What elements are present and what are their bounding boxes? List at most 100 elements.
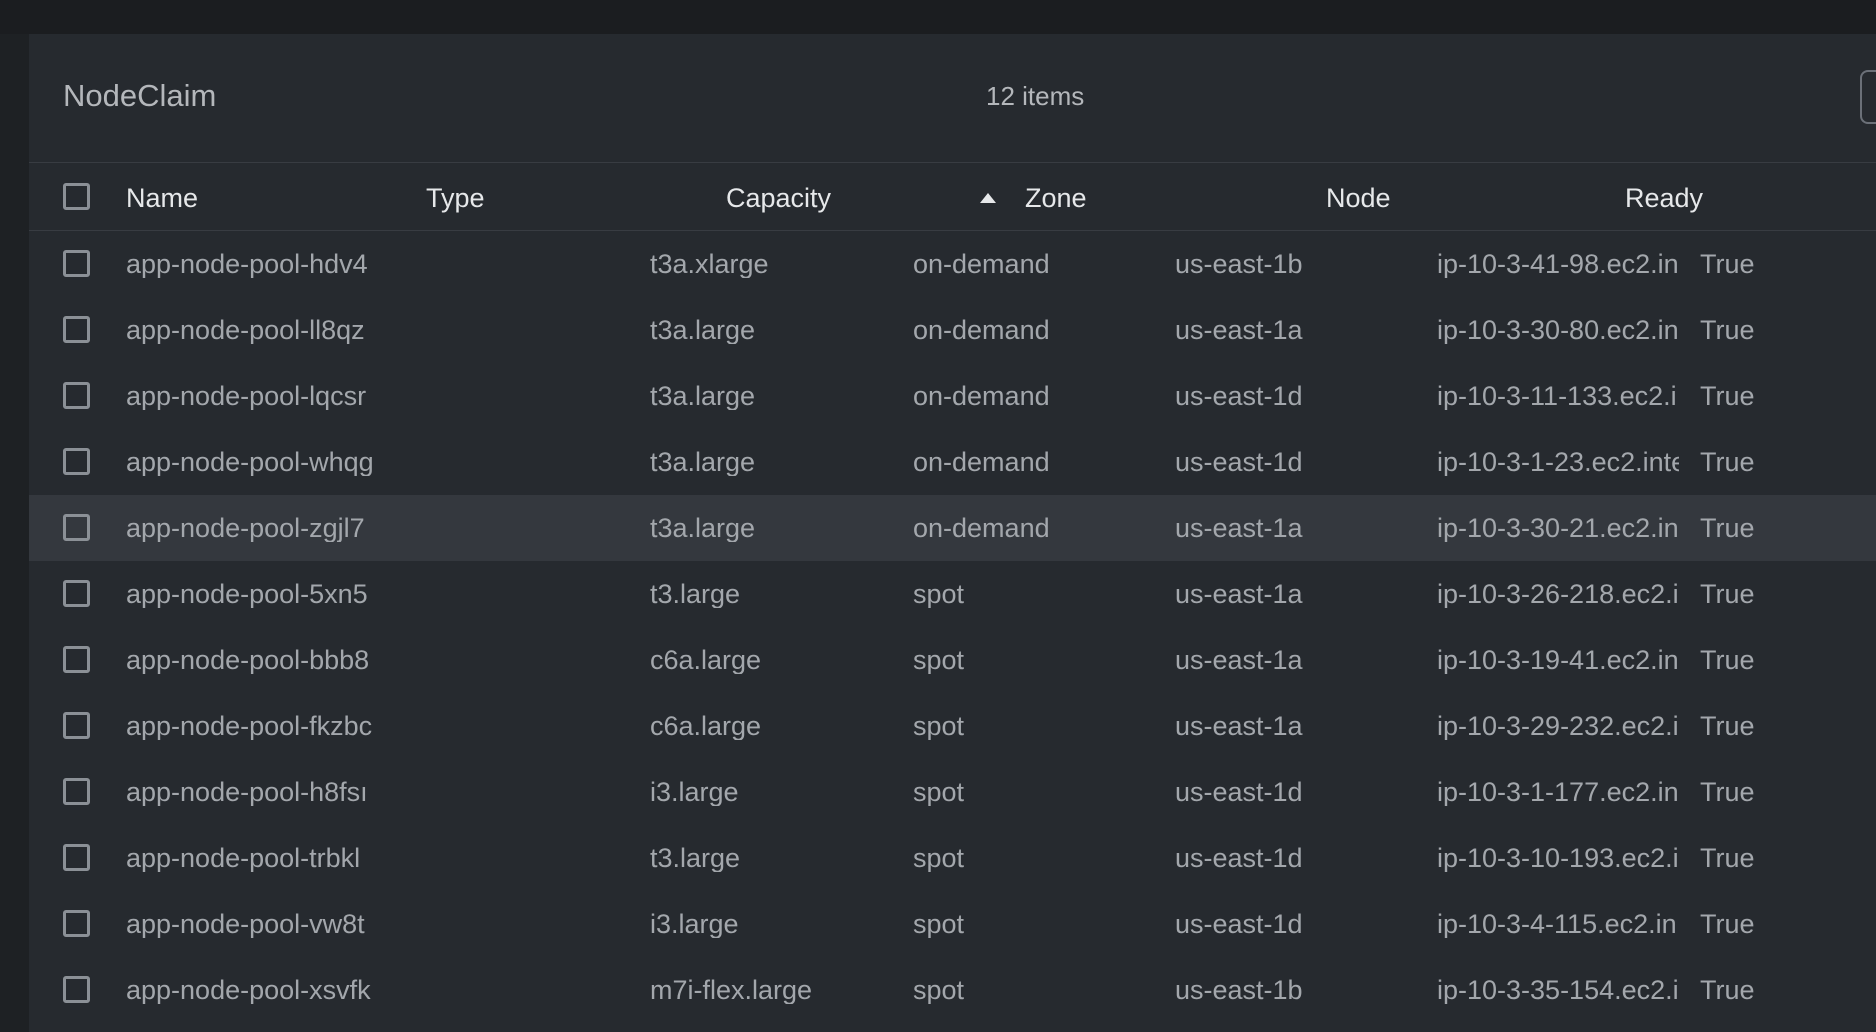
cell-capacity: spot: [913, 976, 965, 1005]
cell-name[interactable]: app-node-pool-5xn5: [126, 580, 403, 608]
cell-capacity: on-demand: [913, 514, 1050, 543]
row-checkbox[interactable]: [63, 382, 90, 409]
table-row[interactable]: app-node-pool-whqg t3a.large on-demand us-e…: [29, 429, 1876, 495]
row-checkbox[interactable]: [63, 514, 90, 541]
row-checkbox[interactable]: [63, 712, 90, 739]
cell-zone: us-east-1d: [1175, 778, 1303, 807]
cell-ready: True: [1700, 976, 1755, 1005]
cell-type: c6a.large: [650, 646, 762, 675]
row-checkbox[interactable]: [63, 646, 90, 673]
cell-type: t3a.large: [650, 316, 756, 345]
cell-capacity: on-demand: [913, 382, 1050, 411]
table-row[interactable]: app-node-pool-h8fsı i3.large spot us-east-1…: [29, 759, 1876, 825]
cell-node[interactable]: ip-10-3-1-177.ec2.in: [1437, 778, 1679, 806]
cell-zone: us-east-1a: [1175, 580, 1303, 609]
row-checkbox[interactable]: [63, 448, 90, 475]
table-body: app-node-pool-hdv4 t3a.xlarge on-demand us-…: [29, 231, 1876, 1023]
cell-zone: us-east-1a: [1175, 316, 1303, 345]
table-row[interactable]: app-node-pool-trbkl t3.large spot us-east-1…: [29, 825, 1876, 891]
cell-capacity: spot: [913, 844, 965, 873]
table-row[interactable]: app-node-pool-vw8t i3.large spot us-east-1d…: [29, 891, 1876, 957]
cell-type: i3.large: [650, 910, 739, 939]
cell-type: t3a.xlarge: [650, 250, 769, 279]
panel-title: NodeClaim: [63, 78, 217, 113]
column-header-ready[interactable]: Ready: [1625, 185, 1703, 212]
top-bar: [0, 0, 1876, 35]
column-header-name[interactable]: Name: [126, 185, 198, 212]
column-header-type[interactable]: Type: [426, 185, 485, 212]
cell-ready: True: [1700, 250, 1755, 279]
table-row[interactable]: app-node-pool-5xn5 t3.large spot us-east-1a…: [29, 561, 1876, 627]
table-row[interactable]: app-node-pool-ll8qz t3a.large on-demand us-…: [29, 297, 1876, 363]
cell-type: i3.large: [650, 778, 739, 807]
table-header: Name Type Capacity Zone Node Ready: [29, 163, 1876, 231]
cell-capacity: spot: [913, 778, 965, 807]
cell-name[interactable]: app-node-pool-whqg: [126, 448, 403, 476]
table-row[interactable]: app-node-pool-fkzbc c6a.large spot us-east-…: [29, 693, 1876, 759]
cell-type: m7i-flex.large: [650, 976, 813, 1005]
cell-type: t3a.large: [650, 382, 756, 411]
table-row[interactable]: app-node-pool-xsvfk m7i-flex.large spot us-…: [29, 957, 1876, 1023]
column-header-node[interactable]: Node: [1326, 185, 1391, 212]
cell-type: t3.large: [650, 844, 741, 873]
cell-name[interactable]: app-node-pool-bbb8: [126, 646, 403, 674]
column-header-zone[interactable]: Zone: [1025, 185, 1087, 212]
cell-zone: us-east-1a: [1175, 514, 1303, 543]
cell-type: t3a.large: [650, 448, 756, 477]
row-checkbox[interactable]: [63, 250, 90, 277]
cell-name[interactable]: app-node-pool-zgjl7: [126, 514, 403, 542]
cell-capacity: on-demand: [913, 250, 1050, 279]
cell-node[interactable]: ip-10-3-11-133.ec2.i: [1437, 382, 1679, 410]
cell-type: t3.large: [650, 580, 741, 609]
cell-ready: True: [1700, 316, 1755, 345]
cell-ready: True: [1700, 514, 1755, 543]
cell-node[interactable]: ip-10-3-26-218.ec2.i: [1437, 580, 1679, 608]
cell-zone: us-east-1d: [1175, 844, 1303, 873]
cell-ready: True: [1700, 712, 1755, 741]
cell-node[interactable]: ip-10-3-4-115.ec2.in: [1437, 910, 1679, 938]
cell-capacity: spot: [913, 910, 965, 939]
cell-type: t3a.large: [650, 514, 756, 543]
cell-node[interactable]: ip-10-3-1-23.ec2.inte: [1437, 448, 1679, 476]
row-checkbox[interactable]: [63, 778, 90, 805]
cell-ready: True: [1700, 844, 1755, 873]
panel-header: NodeClaim 12 items: [29, 34, 1876, 163]
cell-node[interactable]: ip-10-3-30-80.ec2.in: [1437, 316, 1679, 344]
cell-node[interactable]: ip-10-3-19-41.ec2.in: [1437, 646, 1679, 674]
header-action-button[interactable]: [1860, 70, 1876, 124]
cell-node[interactable]: ip-10-3-10-193.ec2.i: [1437, 844, 1679, 872]
cell-ready: True: [1700, 910, 1755, 939]
item-count: 12 items: [986, 81, 1085, 111]
cell-node[interactable]: ip-10-3-35-154.ec2.i: [1437, 976, 1679, 1004]
cell-capacity: spot: [913, 646, 965, 675]
row-checkbox[interactable]: [63, 580, 90, 607]
cell-name[interactable]: app-node-pool-fkzbc: [126, 712, 403, 740]
cell-node[interactable]: ip-10-3-41-98.ec2.in: [1437, 250, 1679, 278]
row-checkbox[interactable]: [63, 910, 90, 937]
row-checkbox[interactable]: [63, 844, 90, 871]
sort-ascending-icon[interactable]: [980, 193, 996, 203]
cell-name[interactable]: app-node-pool-trbkl: [126, 844, 403, 872]
cell-name[interactable]: app-node-pool-xsvfk: [126, 976, 403, 1004]
cell-node[interactable]: ip-10-3-29-232.ec2.i: [1437, 712, 1679, 740]
cell-name[interactable]: app-node-pool-h8fsı: [126, 778, 403, 806]
cell-ready: True: [1700, 580, 1755, 609]
cell-ready: True: [1700, 646, 1755, 675]
cell-name[interactable]: app-node-pool-lqcsr: [126, 382, 403, 410]
table-row[interactable]: app-node-pool-bbb8 c6a.large spot us-east-1…: [29, 627, 1876, 693]
cell-name[interactable]: app-node-pool-ll8qz: [126, 316, 403, 344]
cell-capacity: spot: [913, 712, 965, 741]
table-row[interactable]: app-node-pool-lqcsr t3a.large on-demand us-…: [29, 363, 1876, 429]
column-header-capacity[interactable]: Capacity: [726, 185, 831, 212]
cell-node[interactable]: ip-10-3-30-21.ec2.in: [1437, 514, 1679, 542]
cell-name[interactable]: app-node-pool-vw8t: [126, 910, 403, 938]
row-checkbox[interactable]: [63, 976, 90, 1003]
cell-zone: us-east-1d: [1175, 382, 1303, 411]
cell-name[interactable]: app-node-pool-hdv4: [126, 250, 403, 278]
table-row[interactable]: app-node-pool-zgjl7 t3a.large on-demand us-…: [29, 495, 1876, 561]
row-checkbox[interactable]: [63, 316, 90, 343]
cell-zone: us-east-1d: [1175, 448, 1303, 477]
select-all-checkbox[interactable]: [63, 183, 90, 210]
cell-ready: True: [1700, 448, 1755, 477]
table-row[interactable]: app-node-pool-hdv4 t3a.xlarge on-demand us-…: [29, 231, 1876, 297]
